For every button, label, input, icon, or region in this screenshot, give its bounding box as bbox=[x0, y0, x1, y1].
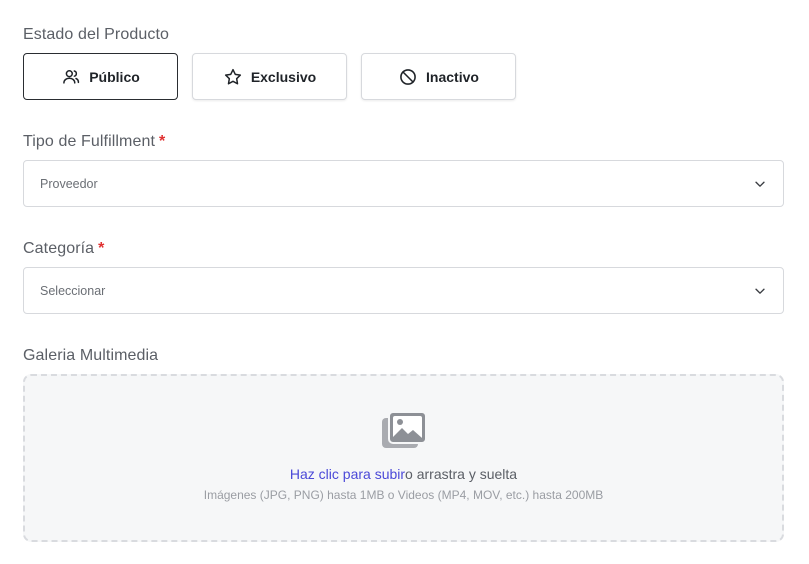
status-inactive-label: Inactivo bbox=[426, 68, 479, 85]
chevron-down-icon bbox=[753, 177, 767, 191]
category-label: Categoría * bbox=[23, 240, 105, 258]
upload-instruction: Haz clic para subiro arrastra y suelta bbox=[290, 466, 517, 482]
fulfillment-select[interactable]: Proveedor bbox=[23, 160, 784, 207]
status-exclusive-button[interactable]: Exclusivo bbox=[192, 53, 347, 100]
status-section-label: Estado del Producto bbox=[23, 26, 169, 43]
upload-link[interactable]: Haz clic para subir bbox=[290, 466, 405, 482]
fulfillment-label: Tipo de Fulfillment * bbox=[23, 133, 165, 151]
media-dropzone[interactable]: Haz clic para subiro arrastra y suelta I… bbox=[23, 374, 784, 542]
status-options: Público Exclusivo Inactivo bbox=[23, 53, 516, 100]
status-exclusive-label: Exclusivo bbox=[250, 68, 317, 85]
users-icon bbox=[61, 67, 81, 87]
category-label-text: Categoría bbox=[23, 240, 95, 257]
ban-icon bbox=[398, 67, 418, 87]
product-form: Estado del Producto Público Exclusivo In… bbox=[0, 0, 809, 564]
fulfillment-select-value: Proveedor bbox=[40, 176, 98, 191]
status-public-button[interactable]: Público bbox=[23, 53, 178, 100]
status-inactive-button[interactable]: Inactivo bbox=[361, 53, 516, 100]
image-gallery-icon bbox=[380, 376, 428, 452]
star-icon bbox=[223, 67, 243, 87]
required-mark: * bbox=[159, 133, 166, 150]
gallery-label: Galeria Multimedia bbox=[23, 347, 159, 364]
upload-hint: Imágenes (JPG, PNG) hasta 1MB o Videos (… bbox=[203, 488, 604, 502]
required-mark: * bbox=[98, 240, 105, 257]
category-select-value: Seleccionar bbox=[40, 283, 106, 298]
chevron-down-icon bbox=[753, 284, 767, 298]
status-public-label: Público bbox=[89, 68, 140, 85]
category-select[interactable]: Seleccionar bbox=[23, 267, 784, 314]
upload-drag-text: o arrastra y suelta bbox=[405, 466, 518, 482]
fulfillment-label-text: Tipo de Fulfillment bbox=[23, 133, 156, 150]
